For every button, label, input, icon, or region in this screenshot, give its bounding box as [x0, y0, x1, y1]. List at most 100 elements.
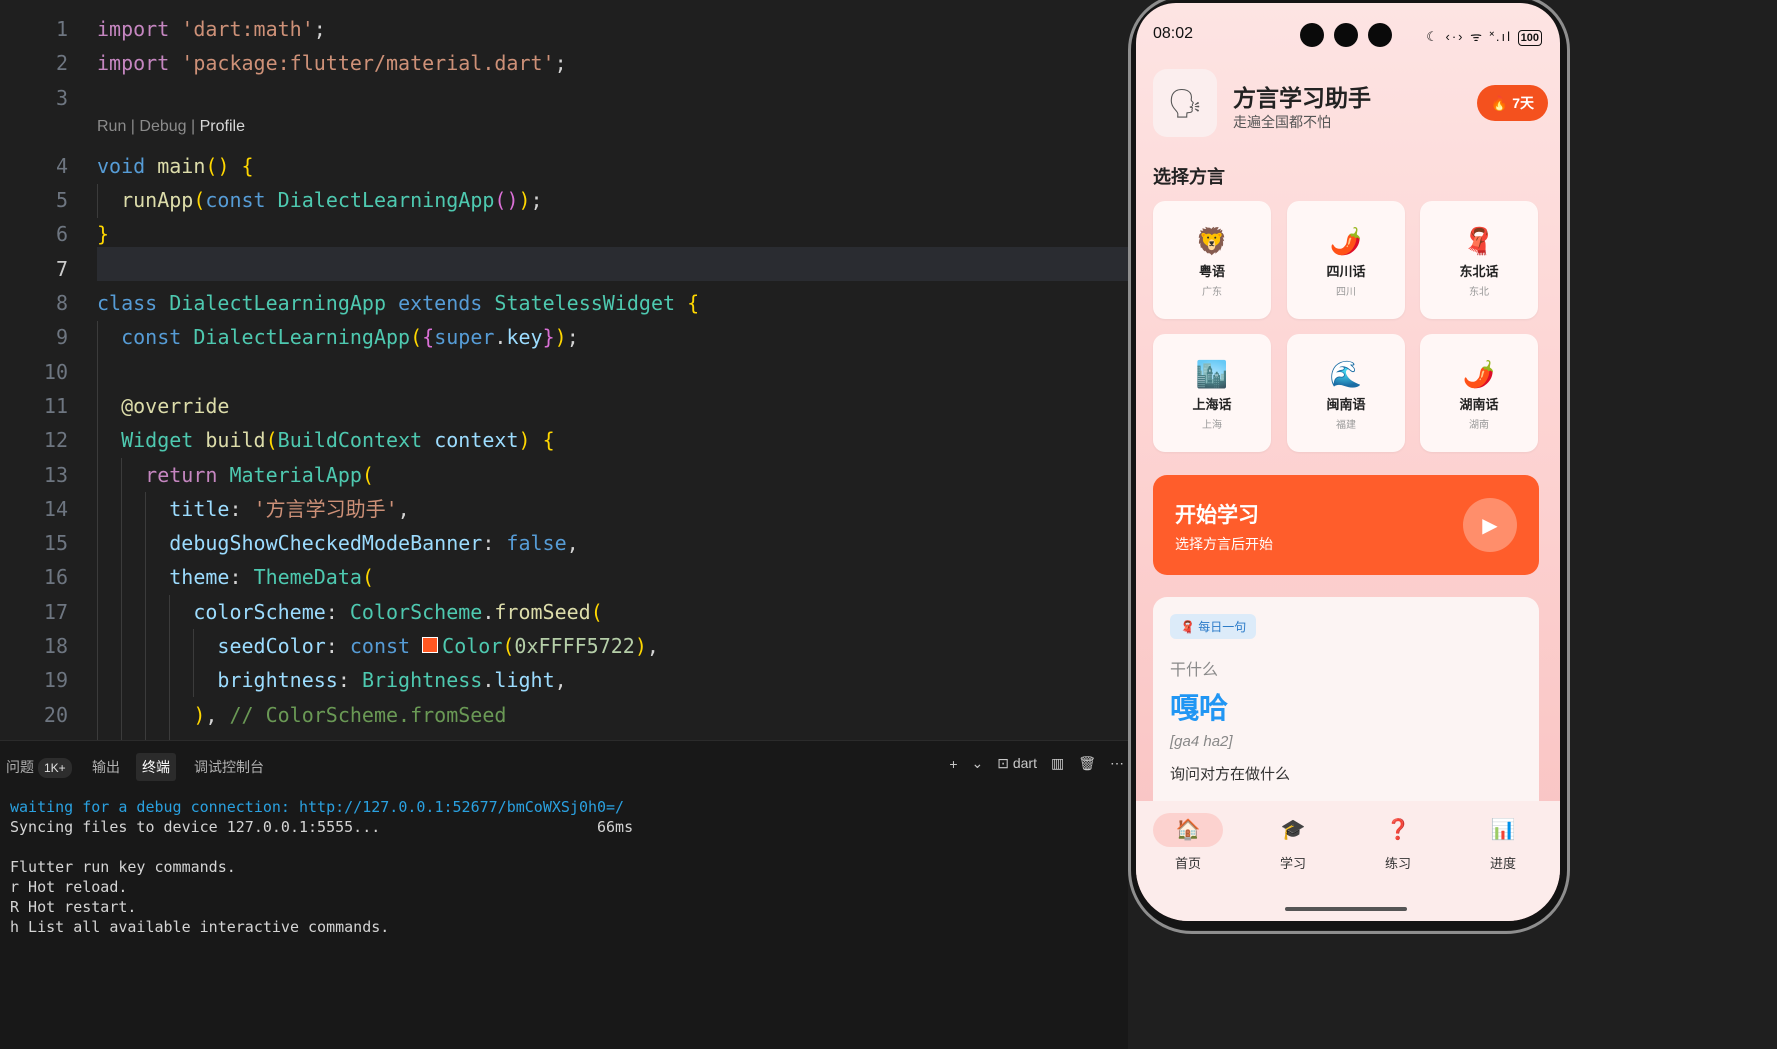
terminal-name: dart: [1012, 755, 1037, 771]
terminal-output[interactable]: waiting for a debug connection: http://1…: [10, 797, 1128, 937]
line-number: 4: [55, 153, 68, 178]
line-number: 13: [43, 462, 68, 487]
line-number: 14: [43, 496, 68, 521]
terminal-icon: ⊡: [997, 755, 1013, 771]
code-editor[interactable]: 1 2 3 4 5 6 7 8 9 10 11 12 13 14 15 16 1…: [0, 0, 1128, 740]
dialect-name: 粤语: [1198, 264, 1225, 279]
code-line: }: [97, 222, 110, 247]
nav-progress[interactable]: 📊 进度: [1468, 813, 1538, 872]
line-number: 19: [43, 668, 68, 693]
camera-dot: [1300, 23, 1324, 47]
code-line: @override: [121, 393, 230, 418]
daily-pinyin: [ga4 ha2]: [1170, 733, 1233, 750]
dialect-region: 福建: [1336, 420, 1356, 431]
problems-badge: 1K+: [38, 758, 72, 778]
dialect-name: 四川话: [1326, 264, 1366, 279]
streak-badge[interactable]: 🔥 7天: [1476, 85, 1548, 121]
split-terminal-icon[interactable]: ▥: [1051, 755, 1064, 772]
nav-label: 进度: [1489, 856, 1516, 871]
line-number: 17: [43, 599, 68, 624]
terminal-selector[interactable]: ⊡ dart: [997, 755, 1037, 772]
chevron-down-icon[interactable]: ⌄: [972, 755, 984, 772]
panel-toolbar: + ⌄ ⊡ dart ▥ 🗑 ⋯: [949, 755, 1124, 772]
new-terminal-icon[interactable]: +: [949, 756, 957, 772]
line-number-gutter: 1 2 3 4 5 6 7 8 9 10 11 12 13 14 15 16 1…: [0, 12, 80, 740]
terminal-line: Flutter run key commands.: [10, 858, 236, 876]
code-line: class DialectLearningApp extends Statele…: [97, 291, 700, 316]
line-number: 21: [0, 732, 80, 740]
daily-tag: 🧣 每日一句: [1170, 614, 1257, 639]
panel-tabs: 问题 1K+ 输出 终端 调试控制台 + ⌄ ⊡ dart ▥ 🗑 ⋯: [0, 741, 1128, 791]
status-icons: ☾ ‹·› ᯤ ˟.ıl 100: [1426, 27, 1542, 46]
status-glyphs: ☾ ‹·› ᯤ ˟.ıl: [1426, 29, 1513, 44]
tab-debug-console[interactable]: 调试控制台: [188, 753, 270, 781]
daily-meaning: 询问对方在做什么: [1170, 766, 1291, 783]
tab-output[interactable]: 输出: [86, 753, 126, 781]
code-line: brightness: Brightness.light,: [217, 668, 567, 693]
phone-screen: 08:02 ☾ ‹·› ᯤ ˟.ıl 100 🗣 方言学习助手 走遍全国都不怕 …: [1136, 3, 1560, 921]
graduation-cap-icon: 🎓: [1280, 819, 1306, 841]
status-bar: 08:02 ☾ ‹·› ᯤ ˟.ıl 100: [1136, 3, 1560, 63]
dialect-card-cantonese[interactable]: 🦁 粤语 广东: [1153, 201, 1271, 319]
dialect-region: 湖南: [1469, 420, 1489, 431]
dialect-name: 东北话: [1459, 264, 1499, 279]
dialect-card-minnan[interactable]: 🌊 闽南语 福建: [1287, 334, 1405, 452]
dialect-card-shanghai[interactable]: 🏙️ 上海话 上海: [1153, 334, 1271, 452]
lion-icon: 🦁: [1195, 226, 1229, 256]
start-title: 开始学习: [1175, 504, 1259, 527]
terminal-line: r Hot reload.: [10, 878, 128, 896]
quiz-icon: ❓: [1385, 819, 1411, 841]
daily-word: 嘎哈: [1170, 693, 1229, 725]
scarf-icon: 🧣: [1462, 226, 1496, 256]
home-indicator[interactable]: [1285, 907, 1407, 911]
camera-dot: [1334, 23, 1358, 47]
code-line: theme: ThemeData(: [169, 565, 374, 590]
line-number: 2: [55, 51, 68, 76]
nav-home[interactable]: 🏠 首页: [1153, 813, 1223, 872]
code-line: import 'package:flutter/material.dart';: [97, 51, 567, 76]
color-swatch[interactable]: [422, 636, 439, 653]
line-number: 15: [43, 531, 68, 556]
dialect-card-hunan[interactable]: 🌶️ 湖南话 湖南: [1420, 334, 1538, 452]
nav-label: 练习: [1384, 856, 1411, 871]
line-number: 16: [43, 565, 68, 590]
start-learning-button[interactable]: 开始学习 选择方言后开始 ▶: [1153, 475, 1539, 575]
dialect-card-dongbei[interactable]: 🧣 东北话 东北: [1420, 201, 1538, 319]
line-number: 11: [43, 393, 68, 418]
line-number: 5: [55, 188, 68, 213]
code-line: import 'dart:math';: [97, 17, 326, 41]
play-icon[interactable]: ▶: [1463, 498, 1517, 552]
more-icon[interactable]: ⋯: [1110, 755, 1124, 772]
code-line: runApp(const DialectLearningApp());: [121, 188, 543, 213]
code-line: colorScheme: ColorScheme.fromSeed(: [193, 599, 603, 624]
code-line: ), // ColorScheme.fromSeed: [193, 702, 507, 727]
dialect-name: 湖南话: [1459, 397, 1499, 412]
terminal-line: Syncing files to device 127.0.0.1:5555..…: [10, 818, 634, 836]
indent-guide: [97, 184, 98, 218]
nav-learn[interactable]: 🎓 学习: [1258, 813, 1328, 872]
trash-icon[interactable]: 🗑: [1078, 755, 1096, 772]
nav-label: 首页: [1174, 856, 1201, 871]
line-number: 9: [55, 325, 68, 350]
tab-label: 问题: [6, 759, 34, 775]
tab-terminal[interactable]: 终端: [136, 753, 176, 781]
line-number-active: 7: [55, 256, 68, 281]
nav-practice[interactable]: ❓ 练习: [1363, 813, 1433, 872]
indent-guide: [97, 321, 98, 740]
tab-problems[interactable]: 问题 1K+: [0, 753, 78, 781]
dialect-region: 东北: [1469, 287, 1489, 298]
app-title: 方言学习助手: [1233, 85, 1371, 111]
wave-icon: 🌊: [1329, 359, 1363, 389]
camera-dot: [1368, 23, 1392, 47]
dialect-card-sichuan[interactable]: 🌶️ 四川话 四川: [1287, 201, 1405, 319]
cityscape-icon: 🏙️: [1195, 359, 1229, 389]
dialect-region: 上海: [1202, 420, 1222, 431]
code-line: const DialectLearningApp({super.key});: [121, 325, 579, 350]
code-line: title: '方言学习助手',: [169, 496, 410, 521]
code-line: debugShowCheckedModeBanner: false,: [169, 531, 579, 556]
daily-question: 干什么: [1170, 662, 1219, 679]
speaking-head-icon: 🗣: [1153, 69, 1217, 137]
